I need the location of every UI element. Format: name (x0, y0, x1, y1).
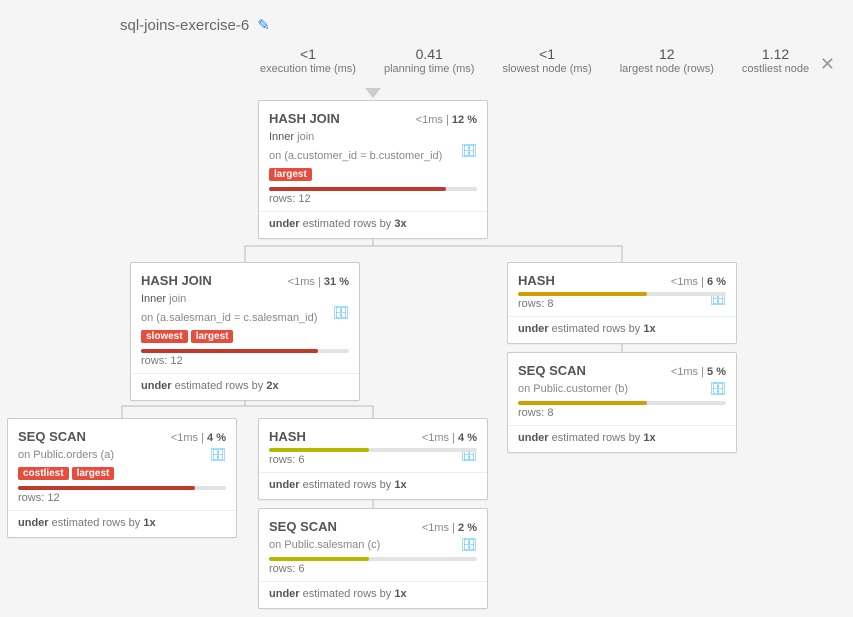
database-icon: 🗄 (209, 447, 226, 463)
plan-node-hash-join-salesman[interactable]: HASH JOIN <1ms | 31 % Inner join on (a.s… (130, 262, 360, 401)
node-on-clause: on (a.customer_id = b.customer_id) (269, 149, 477, 164)
cost-bar (269, 448, 477, 452)
node-meta: <1ms | 31 % (288, 276, 349, 288)
stats-bar: <1 execution time (ms) 0.41 planning tim… (260, 46, 809, 75)
estimate-line: under estimated rows by 3x (269, 218, 477, 230)
rows-count: rows: 8 (518, 407, 726, 419)
node-title: SEQ SCAN (18, 429, 86, 444)
estimate-line: under estimated rows by 1x (518, 432, 726, 444)
database-icon: 🗄 (460, 537, 477, 553)
badge-costliest: costliest (18, 467, 69, 480)
badge-row: costliest largest (18, 467, 226, 480)
cost-bar (141, 349, 349, 353)
node-title: SEQ SCAN (269, 519, 337, 534)
node-join-type: Inner join (141, 292, 349, 307)
node-on-clause: on (a.salesman_id = c.salesman_id) (141, 311, 349, 326)
estimate-line: under estimated rows by 1x (269, 588, 477, 600)
database-icon: 🗄 (332, 305, 349, 321)
rows-count: rows: 12 (18, 492, 226, 504)
stat-exec-time: <1 execution time (ms) (260, 46, 356, 75)
node-scan-target: on Public.salesman (c) (269, 538, 477, 553)
node-scan-target: on Public.orders (a) (18, 448, 226, 463)
plan-node-hash-join-root[interactable]: HASH JOIN <1ms | 12 % Inner join on (a.c… (258, 100, 488, 239)
node-meta: <1ms | 6 % (671, 276, 726, 288)
rows-count: rows: 12 (269, 193, 477, 205)
badge-row: slowest largest (141, 330, 349, 343)
plan-node-seqscan-orders[interactable]: SEQ SCAN <1ms | 4 % on Public.orders (a)… (7, 418, 237, 538)
stat-plan-time: 0.41 planning time (ms) (384, 46, 474, 75)
node-title: HASH JOIN (141, 273, 212, 288)
edit-icon[interactable]: ✎ (257, 16, 270, 34)
rows-count: rows: 12 (141, 355, 349, 367)
badge-largest: largest (72, 467, 115, 480)
cost-bar (269, 557, 477, 561)
node-meta: <1ms | 4 % (422, 432, 477, 444)
node-join-type: Inner join (269, 130, 477, 145)
node-meta: <1ms | 4 % (171, 432, 226, 444)
badge-slowest: slowest (141, 330, 188, 343)
estimate-line: under estimated rows by 1x (269, 479, 477, 491)
rows-count: rows: 6 (269, 454, 477, 466)
node-meta: <1ms | 5 % (671, 366, 726, 378)
stat-costliest: 1.12 costliest node (742, 46, 809, 75)
plan-node-hash-salesman[interactable]: HASH <1ms | 4 % 🗄 rows: 6 under estimate… (258, 418, 488, 500)
badge-largest: largest (269, 168, 312, 181)
cost-bar (518, 292, 726, 296)
page-title-row: sql-joins-exercise-6 ✎ (120, 16, 270, 34)
plan-node-hash-customer[interactable]: HASH <1ms | 6 % 🗄 rows: 8 under estimate… (507, 262, 737, 344)
badge-row: largest (269, 168, 477, 181)
node-scan-target: on Public.customer (b) (518, 382, 726, 397)
rows-count: rows: 8 (518, 298, 726, 310)
badge-largest: largest (191, 330, 234, 343)
stat-slowest: <1 slowest node (ms) (502, 46, 591, 75)
plan-node-seqscan-salesman[interactable]: SEQ SCAN <1ms | 2 % on Public.salesman (… (258, 508, 488, 609)
cost-bar (269, 187, 477, 191)
page-title: sql-joins-exercise-6 (120, 17, 249, 34)
cost-bar (518, 401, 726, 405)
estimate-line: under estimated rows by 1x (18, 517, 226, 529)
node-title: HASH (269, 429, 306, 444)
estimate-line: under estimated rows by 1x (518, 323, 726, 335)
rows-count: rows: 6 (269, 563, 477, 575)
node-title: HASH JOIN (269, 111, 340, 126)
node-title: HASH (518, 273, 555, 288)
node-meta: <1ms | 12 % (416, 114, 477, 126)
arrow-down-icon (365, 88, 381, 98)
estimate-line: under estimated rows by 2x (141, 380, 349, 392)
cost-bar (18, 486, 226, 490)
database-icon: 🗄 (709, 381, 726, 397)
stat-largest: 12 largest node (rows) (620, 46, 714, 75)
node-title: SEQ SCAN (518, 363, 586, 378)
plan-node-seqscan-customer[interactable]: SEQ SCAN <1ms | 5 % on Public.customer (… (507, 352, 737, 453)
node-meta: <1ms | 2 % (422, 522, 477, 534)
database-icon: 🗄 (460, 143, 477, 159)
close-icon[interactable]: ✕ (820, 54, 835, 75)
